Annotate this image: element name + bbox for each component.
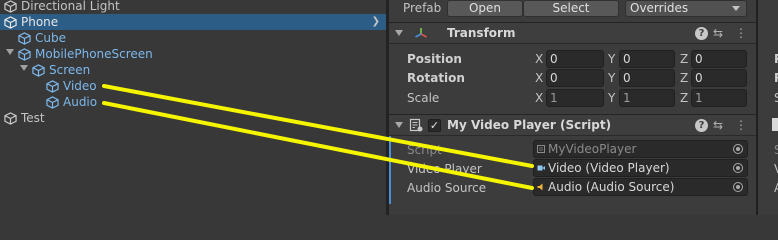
- hierarchy-item-cube[interactable]: Cube: [0, 30, 386, 46]
- clipped-label-s2: S: [774, 143, 778, 157]
- clipped-label-s: S: [774, 91, 778, 105]
- hierarchy-item-label: Test: [21, 111, 45, 125]
- gameobject-icon: [4, 112, 17, 125]
- object-picker-icon[interactable]: [733, 182, 743, 192]
- foldout-arrow-icon[interactable]: [395, 122, 403, 128]
- prefab-select-button[interactable]: Select: [523, 0, 619, 17]
- transform-header[interactable]: Transform ? ⇆ ⋮: [389, 22, 756, 44]
- hierarchy-item-label: Screen: [49, 63, 91, 77]
- scale-y-field[interactable]: 1: [619, 89, 675, 107]
- video-player-label: Video Player: [407, 162, 482, 176]
- foldout-arrow-icon[interactable]: [395, 30, 403, 36]
- y-axis-label[interactable]: Y: [608, 51, 615, 67]
- scale-z-field[interactable]: 1: [691, 89, 747, 107]
- position-z-field[interactable]: 0: [691, 50, 747, 68]
- hierarchy-item-label: Phone: [21, 15, 59, 29]
- script-field-value: MyVideoPlayer: [548, 142, 637, 156]
- hierarchy-item-mobilephonescreen[interactable]: MobilePhoneScreen: [0, 46, 386, 62]
- hierarchy-item-label: MobilePhoneScreen: [35, 47, 153, 61]
- hierarchy-item-label: Cube: [35, 31, 66, 45]
- script-component-title: My Video Player (Script): [447, 118, 612, 132]
- object-picker-icon[interactable]: [733, 144, 743, 154]
- hierarchy-item-phone[interactable]: Phone ❯: [0, 14, 386, 30]
- prefab-icon: [46, 80, 59, 93]
- dropdown-arrow-icon: [732, 6, 740, 11]
- hierarchy-item-audio[interactable]: Audio: [0, 94, 386, 110]
- object-picker-icon[interactable]: [733, 163, 743, 173]
- expand-arrow-icon[interactable]: [20, 65, 28, 71]
- x-axis-label[interactable]: X: [535, 70, 543, 86]
- transform-icon: [415, 28, 427, 38]
- chevron-right-icon[interactable]: ❯: [372, 17, 380, 27]
- prefab-icon: [32, 64, 45, 77]
- z-axis-label[interactable]: Z: [680, 90, 688, 106]
- clipped-label-r: R: [774, 70, 778, 86]
- y-axis-label[interactable]: Y: [608, 90, 615, 106]
- hierarchy-item-label: Directional Light: [21, 0, 120, 13]
- prefab-open-button[interactable]: Open: [447, 0, 523, 17]
- more-menu-icon[interactable]: ⋮: [735, 26, 747, 40]
- help-icon[interactable]: ?: [695, 119, 708, 132]
- secondary-inspector-edge: P R S S V A: [756, 0, 778, 215]
- scale-x-field[interactable]: 1: [546, 89, 604, 107]
- prefab-toolbar: Prefab Open Select Overrides: [389, 0, 778, 18]
- overrides-label: Overrides: [630, 1, 689, 15]
- rotation-x-field[interactable]: 0: [546, 69, 604, 87]
- hierarchy-item-label: Audio: [63, 95, 98, 109]
- script-component-header[interactable]: ✓ My Video Player (Script) ? ⇆ ⋮: [389, 114, 756, 136]
- hierarchy-item-test[interactable]: Test: [0, 110, 386, 126]
- preset-icon[interactable]: ⇆: [713, 26, 723, 40]
- clipped-label-v: V: [774, 161, 778, 177]
- preset-icon[interactable]: ⇆: [713, 118, 723, 132]
- enabled-checkbox[interactable]: ✓: [428, 119, 441, 132]
- rotation-label: Rotation: [407, 71, 465, 85]
- hierarchy-panel: Directional Light Phone ❯ Cube MobilePho…: [0, 0, 386, 215]
- prefab-overrides-dropdown[interactable]: Overrides: [625, 0, 747, 17]
- z-axis-label[interactable]: Z: [680, 70, 688, 86]
- audio-source-field-value: Audio (Audio Source): [548, 180, 675, 194]
- gameobject-icon: [4, 16, 17, 29]
- hierarchy-item-video[interactable]: Video: [0, 78, 386, 94]
- clipped-label-a: A: [774, 180, 778, 196]
- hierarchy-item-directional-light[interactable]: Directional Light: [0, 0, 386, 14]
- script-field[interactable]: MyVideoPlayer: [533, 140, 748, 158]
- video-player-field[interactable]: Video (Video Player): [533, 159, 748, 177]
- position-y-field[interactable]: 0: [619, 50, 675, 68]
- prefab-label: Prefab: [403, 1, 442, 15]
- clipped-component-icon: [772, 118, 778, 131]
- scale-label: Scale: [407, 91, 440, 105]
- gameobject-icon: [4, 0, 17, 13]
- script-label: Script: [407, 143, 442, 157]
- hierarchy-item-screen[interactable]: Screen: [0, 62, 386, 78]
- video-player-field-value: Video (Video Player): [548, 161, 670, 175]
- prefab-icon: [18, 32, 31, 45]
- script-icon: [409, 118, 423, 132]
- z-axis-label[interactable]: Z: [680, 51, 688, 67]
- clipped-label-p: P: [774, 51, 778, 67]
- position-label: Position: [407, 52, 462, 66]
- more-menu-icon[interactable]: ⋮: [735, 118, 747, 132]
- y-axis-label[interactable]: Y: [608, 70, 615, 86]
- prefab-icon: [18, 48, 31, 61]
- inspector-panel: Prefab Open Select Overrides Transform ?…: [389, 0, 778, 215]
- help-icon[interactable]: ?: [695, 27, 708, 40]
- expand-arrow-icon[interactable]: [6, 49, 14, 55]
- rotation-z-field[interactable]: 0: [691, 69, 747, 87]
- script-asset-icon: [537, 145, 545, 153]
- video-player-icon: [537, 165, 545, 171]
- transform-title: Transform: [447, 26, 516, 40]
- x-axis-label[interactable]: X: [535, 51, 543, 67]
- audio-source-field[interactable]: Audio (Audio Source): [533, 178, 748, 196]
- prefab-icon: [46, 96, 59, 109]
- audio-source-label: Audio Source: [407, 181, 487, 195]
- x-axis-label[interactable]: X: [535, 90, 543, 106]
- position-x-field[interactable]: 0: [546, 50, 604, 68]
- hierarchy-item-label: Video: [63, 79, 97, 93]
- rotation-y-field[interactable]: 0: [619, 69, 675, 87]
- audio-source-icon: [537, 183, 543, 191]
